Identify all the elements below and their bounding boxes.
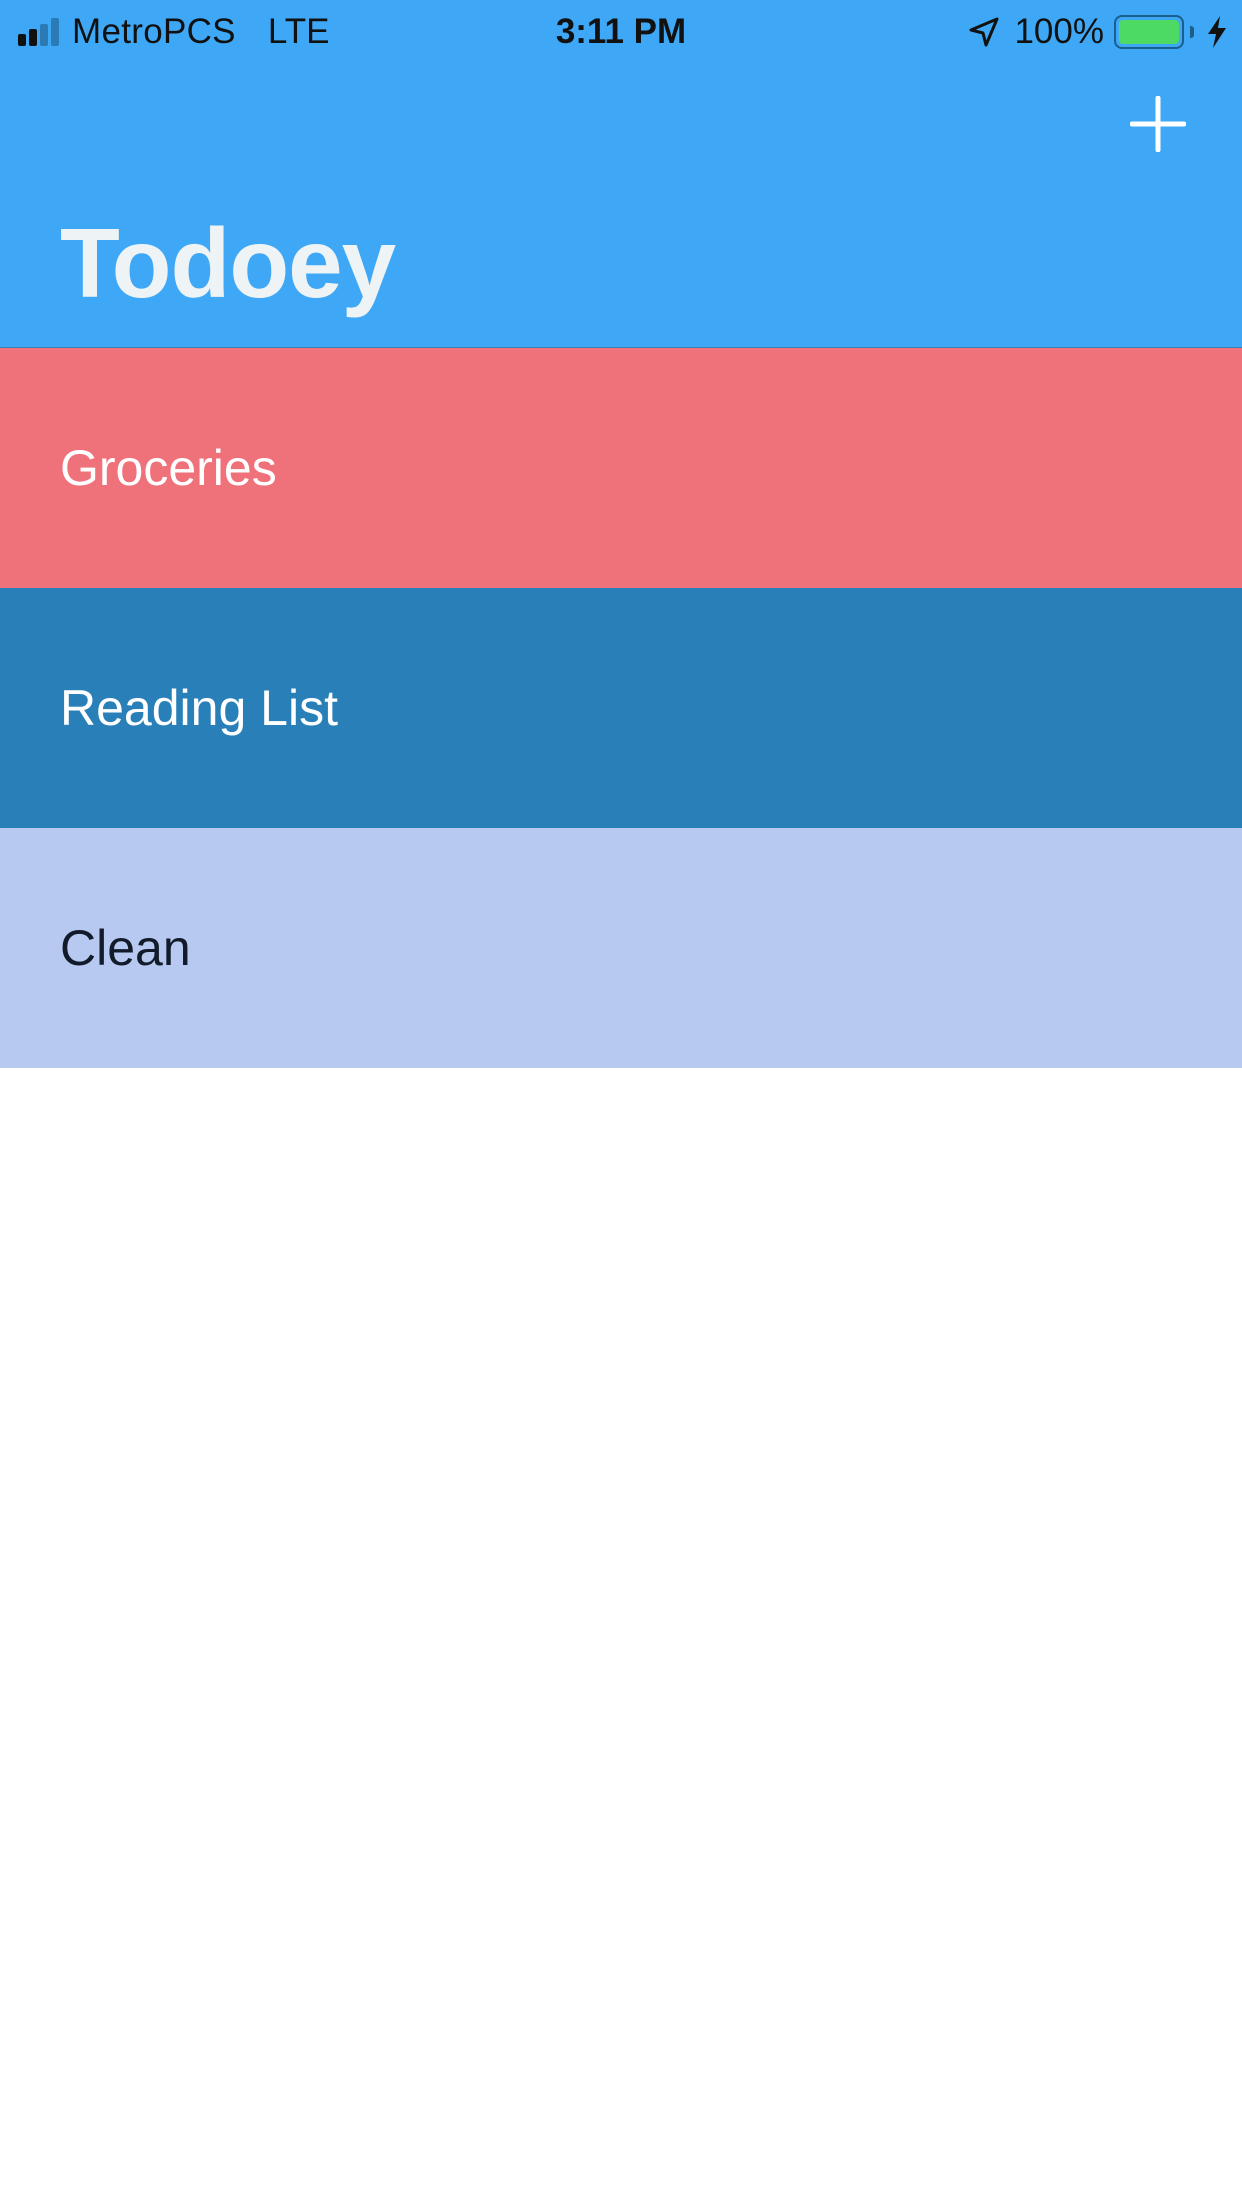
status-bar: MetroPCS LTE 3:11 PM 100% bbox=[0, 0, 1242, 62]
category-list: Groceries Reading List Clean bbox=[0, 348, 1242, 1068]
battery-percent: 100% bbox=[1014, 12, 1104, 51]
list-item[interactable]: Groceries bbox=[0, 348, 1242, 588]
list-item[interactable]: Clean bbox=[0, 828, 1242, 1068]
list-item-label: Clean bbox=[60, 920, 191, 976]
status-right: 100% bbox=[968, 10, 1228, 54]
battery-icon bbox=[1114, 15, 1184, 49]
page-title: Todoey bbox=[60, 208, 396, 318]
charging-bolt-icon bbox=[1208, 16, 1226, 48]
app-screen: MetroPCS LTE 3:11 PM 100% Todoey Groceri… bbox=[0, 0, 1242, 2208]
list-item-label: Reading List bbox=[60, 680, 338, 736]
battery-nub bbox=[1190, 26, 1194, 38]
navigation-bar: MetroPCS LTE 3:11 PM 100% Todoey bbox=[0, 0, 1242, 348]
location-arrow-icon bbox=[969, 17, 999, 47]
add-category-button[interactable] bbox=[1130, 96, 1186, 152]
plus-icon bbox=[1130, 96, 1186, 152]
battery-level bbox=[1119, 20, 1179, 44]
list-item-label: Groceries bbox=[60, 440, 277, 496]
list-item[interactable]: Reading List bbox=[0, 588, 1242, 828]
